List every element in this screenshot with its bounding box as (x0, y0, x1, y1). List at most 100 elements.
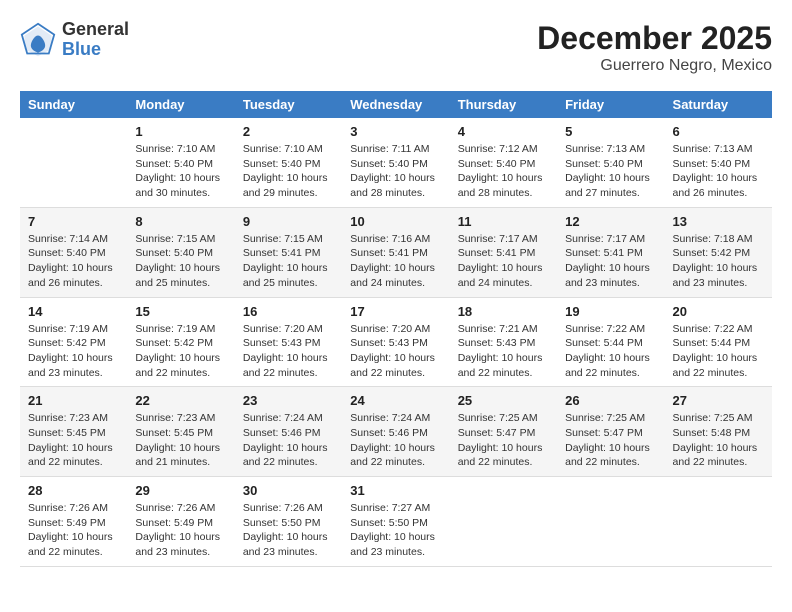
col-header-thursday: Thursday (450, 91, 557, 118)
day-number: 14 (28, 304, 119, 319)
day-number: 4 (458, 124, 549, 139)
calendar-cell: 7 Sunrise: 7:14 AMSunset: 5:40 PMDaylight… (20, 207, 127, 297)
calendar-cell: 31 Sunrise: 7:27 AMSunset: 5:50 PMDayligh… (342, 477, 449, 567)
logo-icon (20, 22, 56, 58)
calendar-cell: 12 Sunrise: 7:17 AMSunset: 5:41 PMDayligh… (557, 207, 664, 297)
day-info: Sunrise: 7:20 AMSunset: 5:43 PMDaylight:… (243, 322, 334, 381)
calendar-cell: 18 Sunrise: 7:21 AMSunset: 5:43 PMDayligh… (450, 297, 557, 387)
col-header-tuesday: Tuesday (235, 91, 342, 118)
calendar-cell: 21Sunrise: 7:23 AMSunset: 5:45 PMDayligh… (20, 387, 127, 477)
col-header-wednesday: Wednesday (342, 91, 449, 118)
logo-line2: Blue (62, 40, 129, 60)
page-subtitle: Guerrero Negro, Mexico (537, 57, 772, 75)
calendar-cell: 3 Sunrise: 7:11 AMSunset: 5:40 PMDaylight… (342, 118, 449, 207)
calendar-cell: 20Sunrise: 7:22 AMSunset: 5:44 PMDayligh… (665, 297, 772, 387)
calendar-cell: 27Sunrise: 7:25 AMSunset: 5:48 PMDayligh… (665, 387, 772, 477)
calendar-cell: 28 Sunrise: 7:26 AMSunset: 5:49 PMDayligh… (20, 477, 127, 567)
page-title: December 2025 (537, 20, 772, 57)
logo-line1: General (62, 20, 129, 40)
day-info: Sunrise: 7:22 AMSunset: 5:44 PMDaylight:… (565, 322, 656, 381)
day-number: 5 (565, 124, 656, 139)
calendar-cell: 10 Sunrise: 7:16 AMSunset: 5:41 PMDayligh… (342, 207, 449, 297)
day-info: Sunrise: 7:17 AMSunset: 5:41 PMDaylight:… (458, 232, 549, 291)
day-info: Sunrise: 7:27 AMSunset: 5:50 PMDaylight:… (350, 501, 441, 560)
day-info: Sunrise: 7:16 AMSunset: 5:41 PMDaylight:… (350, 232, 441, 291)
day-number: 18 (458, 304, 549, 319)
day-number: 11 (458, 214, 549, 229)
calendar-week-row: 7 Sunrise: 7:14 AMSunset: 5:40 PMDaylight… (20, 207, 772, 297)
day-number: 15 (135, 304, 226, 319)
day-info: Sunrise: 7:18 AMSunset: 5:42 PMDaylight:… (673, 232, 764, 291)
day-info: Sunrise: 7:15 AMSunset: 5:40 PMDaylight:… (135, 232, 226, 291)
day-number: 26 (565, 393, 656, 408)
day-number: 9 (243, 214, 334, 229)
title-block: December 2025 Guerrero Negro, Mexico (537, 20, 772, 75)
calendar-cell: 24Sunrise: 7:24 AMSunset: 5:46 PMDayligh… (342, 387, 449, 477)
day-number: 17 (350, 304, 441, 319)
day-info: Sunrise: 7:26 AMSunset: 5:49 PMDaylight:… (28, 501, 119, 560)
day-info: Sunrise: 7:14 AMSunset: 5:40 PMDaylight:… (28, 232, 119, 291)
day-number: 13 (673, 214, 764, 229)
day-info: Sunrise: 7:13 AMSunset: 5:40 PMDaylight:… (673, 142, 764, 201)
col-header-sunday: Sunday (20, 91, 127, 118)
calendar-cell: 14 Sunrise: 7:19 AMSunset: 5:42 PMDayligh… (20, 297, 127, 387)
day-number: 22 (135, 393, 226, 408)
day-info: Sunrise: 7:22 AMSunset: 5:44 PMDaylight:… (673, 322, 764, 381)
day-number: 19 (565, 304, 656, 319)
day-info: Sunrise: 7:10 AMSunset: 5:40 PMDaylight:… (243, 142, 334, 201)
calendar-cell: 25Sunrise: 7:25 AMSunset: 5:47 PMDayligh… (450, 387, 557, 477)
day-info: Sunrise: 7:13 AMSunset: 5:40 PMDaylight:… (565, 142, 656, 201)
calendar-cell: 8 Sunrise: 7:15 AMSunset: 5:40 PMDaylight… (127, 207, 234, 297)
day-number: 12 (565, 214, 656, 229)
calendar-week-row: 1Sunrise: 7:10 AMSunset: 5:40 PMDaylight… (20, 118, 772, 207)
day-info: Sunrise: 7:24 AMSunset: 5:46 PMDaylight:… (243, 411, 334, 470)
day-info: Sunrise: 7:12 AMSunset: 5:40 PMDaylight:… (458, 142, 549, 201)
day-number: 29 (135, 483, 226, 498)
day-info: Sunrise: 7:17 AMSunset: 5:41 PMDaylight:… (565, 232, 656, 291)
calendar-cell: 9 Sunrise: 7:15 AMSunset: 5:41 PMDaylight… (235, 207, 342, 297)
header-row: SundayMondayTuesdayWednesdayThursdayFrid… (20, 91, 772, 118)
calendar-cell: 2 Sunrise: 7:10 AMSunset: 5:40 PMDaylight… (235, 118, 342, 207)
day-number: 28 (28, 483, 119, 498)
day-number: 16 (243, 304, 334, 319)
day-info: Sunrise: 7:15 AMSunset: 5:41 PMDaylight:… (243, 232, 334, 291)
day-info: Sunrise: 7:23 AMSunset: 5:45 PMDaylight:… (135, 411, 226, 470)
day-number: 8 (135, 214, 226, 229)
calendar-cell: 15Sunrise: 7:19 AMSunset: 5:42 PMDayligh… (127, 297, 234, 387)
day-number: 2 (243, 124, 334, 139)
calendar-cell: 30Sunrise: 7:26 AMSunset: 5:50 PMDayligh… (235, 477, 342, 567)
day-number: 21 (28, 393, 119, 408)
calendar-cell (665, 477, 772, 567)
col-header-friday: Friday (557, 91, 664, 118)
calendar-cell (557, 477, 664, 567)
calendar-cell: 5 Sunrise: 7:13 AMSunset: 5:40 PMDaylight… (557, 118, 664, 207)
calendar-week-row: 21 Sunrise: 7:23 AMSunset: 5:45 PMDayligh… (20, 387, 772, 477)
day-info: Sunrise: 7:26 AMSunset: 5:49 PMDaylight:… (135, 501, 226, 560)
day-info: Sunrise: 7:20 AMSunset: 5:43 PMDaylight:… (350, 322, 441, 381)
day-number: 10 (350, 214, 441, 229)
calendar-cell: 1Sunrise: 7:10 AMSunset: 5:40 PMDaylight… (127, 118, 234, 207)
day-info: Sunrise: 7:10 AMSunset: 5:40 PMDaylight:… (135, 142, 226, 201)
day-info: Sunrise: 7:19 AMSunset: 5:42 PMDaylight:… (28, 322, 119, 381)
day-number: 7 (28, 214, 119, 229)
day-number: 31 (350, 483, 441, 498)
calendar-cell: 26 Sunrise: 7:25 AMSunset: 5:47 PMDayligh… (557, 387, 664, 477)
calendar-cell: 16 Sunrise: 7:20 AMSunset: 5:43 PMDayligh… (235, 297, 342, 387)
calendar-cell (20, 118, 127, 207)
day-number: 30 (243, 483, 334, 498)
calendar-week-row: 14 Sunrise: 7:19 AMSunset: 5:42 PMDayligh… (20, 297, 772, 387)
calendar-cell: 29 Sunrise: 7:26 AMSunset: 5:49 PMDayligh… (127, 477, 234, 567)
calendar-cell (450, 477, 557, 567)
day-info: Sunrise: 7:21 AMSunset: 5:43 PMDaylight:… (458, 322, 549, 381)
col-header-saturday: Saturday (665, 91, 772, 118)
day-info: Sunrise: 7:11 AMSunset: 5:40 PMDaylight:… (350, 142, 441, 201)
logo: General Blue (20, 20, 129, 60)
calendar-cell: 11 Sunrise: 7:17 AMSunset: 5:41 PMDayligh… (450, 207, 557, 297)
day-number: 3 (350, 124, 441, 139)
calendar-cell: 4 Sunrise: 7:12 AMSunset: 5:40 PMDaylight… (450, 118, 557, 207)
calendar-cell: 23Sunrise: 7:24 AMSunset: 5:46 PMDayligh… (235, 387, 342, 477)
day-number: 6 (673, 124, 764, 139)
day-info: Sunrise: 7:25 AMSunset: 5:47 PMDaylight:… (565, 411, 656, 470)
day-number: 25 (458, 393, 549, 408)
day-number: 24 (350, 393, 441, 408)
